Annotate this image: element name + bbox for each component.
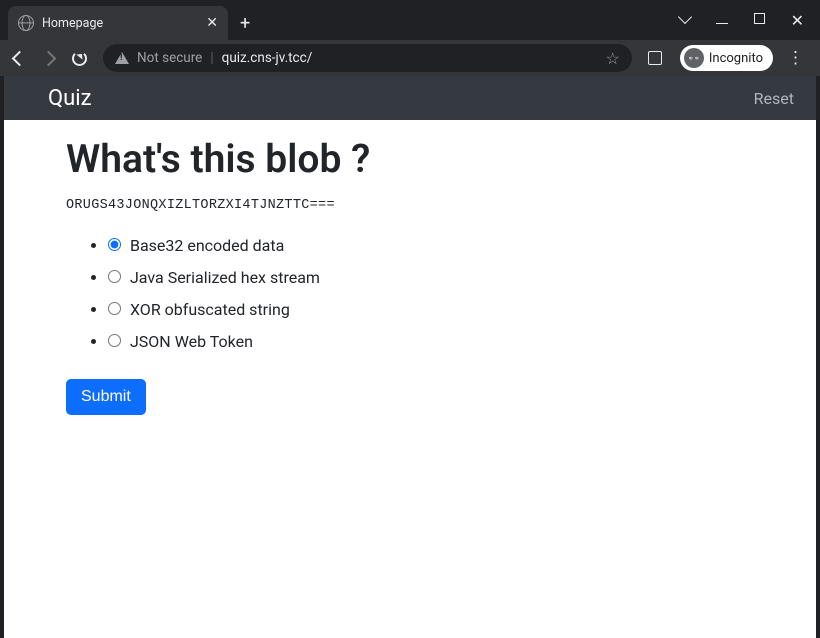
page-viewport: Quiz Reset What's this blob ? ORUGS43JON…: [4, 76, 816, 638]
submit-button[interactable]: Submit: [66, 379, 146, 415]
option-text: JSON Web Token: [130, 332, 253, 351]
address-bar[interactable]: Not secure | quiz.cns-jv.tcc/ ☆: [103, 44, 632, 72]
option-radio-1[interactable]: [108, 270, 121, 283]
url-text: quiz.cns-jv.tcc/: [222, 50, 598, 66]
browser-tab[interactable]: Homepage ✕: [8, 6, 228, 40]
option-radio-2[interactable]: [108, 302, 121, 315]
forward-button[interactable]: [37, 49, 60, 68]
close-window-button[interactable]: ✕: [791, 11, 804, 30]
incognito-label: Incognito: [709, 51, 763, 66]
list-item: JSON Web Token: [108, 325, 754, 357]
separator: |: [210, 50, 213, 66]
minimize-button[interactable]: [716, 12, 728, 28]
close-tab-icon[interactable]: ✕: [206, 16, 218, 30]
main-content: What's this blob ? ORUGS43JONQXIZLTORZXI…: [4, 120, 816, 431]
reset-link[interactable]: Reset: [754, 89, 794, 108]
question-heading: What's this blob ?: [66, 136, 754, 182]
not-secure-label: Not secure: [137, 50, 202, 66]
new-tab-button[interactable]: +: [240, 13, 250, 34]
options-list: Base32 encoded data Java Serialized hex …: [66, 229, 754, 357]
back-button[interactable]: [8, 49, 31, 68]
option-text: Java Serialized hex stream: [130, 268, 320, 287]
window-title-bar: Homepage ✕ + ✕: [0, 0, 820, 40]
maximize-button[interactable]: [754, 12, 765, 28]
list-item: Base32 encoded data: [108, 229, 754, 261]
incognito-icon: 👓: [684, 48, 704, 68]
list-item: Java Serialized hex stream: [108, 261, 754, 293]
option-text: Base32 encoded data: [130, 236, 284, 255]
brand-title[interactable]: Quiz: [48, 86, 92, 111]
tab-strip: Homepage ✕ +: [8, 6, 250, 40]
globe-icon: [18, 15, 34, 31]
reload-button[interactable]: [66, 47, 93, 70]
option-label[interactable]: Base32 encoded data: [108, 236, 284, 255]
list-item: XOR obfuscated string: [108, 293, 754, 325]
option-label[interactable]: JSON Web Token: [108, 332, 253, 351]
chevron-down-icon[interactable]: [680, 12, 690, 29]
menu-button[interactable]: ⋮: [779, 48, 812, 68]
bookmark-star-icon[interactable]: ☆: [606, 49, 620, 68]
blob-text: ORUGS43JONQXIZLTORZXI4TJNZTTC===: [66, 198, 754, 213]
option-label[interactable]: XOR obfuscated string: [108, 300, 290, 319]
incognito-indicator[interactable]: 👓 Incognito: [680, 45, 773, 71]
option-label[interactable]: Java Serialized hex stream: [108, 268, 320, 287]
option-radio-3[interactable]: [108, 334, 121, 347]
site-navbar: Quiz Reset: [4, 76, 816, 120]
not-secure-icon: [115, 52, 129, 64]
option-text: XOR obfuscated string: [130, 300, 290, 319]
extensions-icon[interactable]: [642, 47, 668, 69]
window-buttons: ✕: [680, 11, 810, 30]
browser-toolbar: Not secure | quiz.cns-jv.tcc/ ☆ 👓 Incogn…: [0, 40, 820, 76]
option-radio-0[interactable]: [108, 238, 121, 251]
tab-title: Homepage: [42, 16, 198, 31]
